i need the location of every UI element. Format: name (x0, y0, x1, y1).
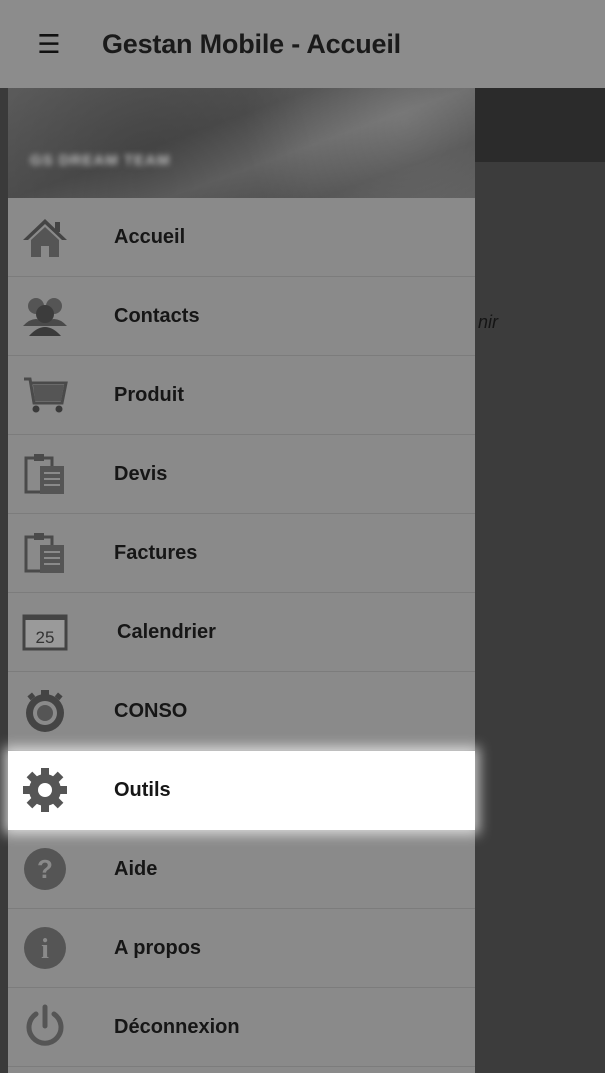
drawer-item-factures[interactable]: Factures (8, 514, 475, 593)
drawer-item-label: Produit (114, 383, 184, 406)
calendar-icon-day: 25 (36, 628, 55, 647)
help-icon: ? (20, 844, 70, 894)
cart-icon (20, 370, 70, 420)
drawer-item-label: Devis (114, 462, 168, 485)
drawer-item-aide[interactable]: ? Aide (8, 830, 475, 909)
drawer-menu: Accueil Contacts Produit Devis Factures … (8, 198, 475, 1067)
drawer-item-produit[interactable]: Produit (8, 356, 475, 435)
gear-icon (20, 765, 70, 815)
drawer-item-label: Outils (114, 778, 171, 801)
drawer-item-label: CONSO (114, 699, 188, 722)
drawer-item-label: Aide (114, 857, 158, 880)
clipboard-icon (20, 449, 70, 499)
drawer-item-outils[interactable]: Outils (8, 751, 475, 830)
drawer-item-accueil[interactable]: Accueil (8, 198, 475, 277)
drawer-header: GS DREAM TEAM (8, 88, 475, 198)
content-body-overlay (475, 162, 605, 1073)
drawer-item-label: Accueil (114, 225, 186, 248)
drawer-header-team: GS DREAM TEAM (30, 152, 171, 169)
drawer-item-label: Calendrier (117, 620, 216, 643)
navigation-drawer: GS DREAM TEAM Accueil Contacts Produit D… (8, 88, 475, 1073)
power-icon (20, 1002, 70, 1052)
drawer-item-a-propos[interactable]: i A propos (8, 909, 475, 988)
content-snippet: nir (478, 312, 499, 332)
drawer-item-contacts[interactable]: Contacts (8, 277, 475, 356)
help-icon-glyph: ? (37, 854, 53, 884)
content-toolbar (475, 88, 605, 162)
app-title: Gestan Mobile - Accueil (102, 28, 401, 59)
drawer-item-label: A propos (114, 936, 202, 959)
info-icon: i (20, 923, 70, 973)
drawer-item-deconnexion[interactable]: Déconnexion (8, 988, 475, 1067)
drawer-item-devis[interactable]: Devis (8, 435, 475, 514)
calendar-icon: 25 (20, 607, 70, 657)
drawer-item-calendrier[interactable]: 25 Calendrier (8, 593, 475, 672)
drawer-item-conso[interactable]: CONSO (8, 672, 475, 751)
drawer-item-label: Contacts (114, 304, 200, 327)
info-icon-glyph: i (41, 934, 49, 965)
home-icon (20, 212, 70, 262)
app-bar: ☰ Gestan Mobile - Accueil (0, 0, 605, 88)
drawer-item-label: Déconnexion (114, 1015, 240, 1038)
timer-icon (20, 686, 70, 736)
contacts-icon (20, 291, 70, 341)
hamburger-icon[interactable]: ☰ (34, 29, 64, 59)
drawer-item-label: Factures (114, 541, 198, 564)
clipboard-icon (20, 528, 70, 578)
